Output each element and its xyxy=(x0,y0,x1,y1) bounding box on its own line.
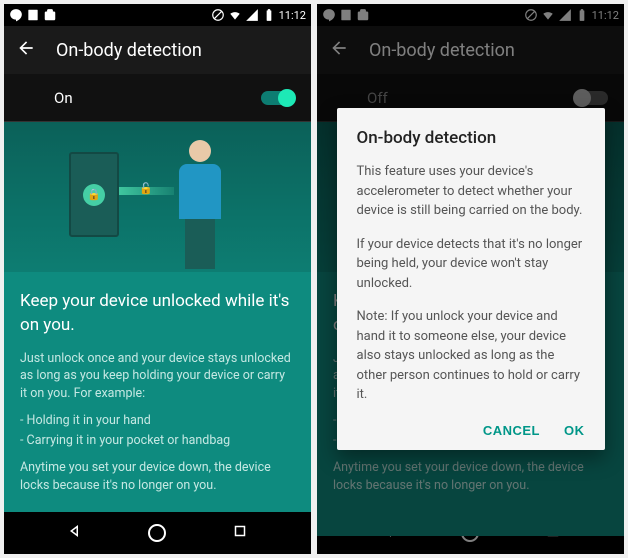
dialog-p1: This feature uses your device's accelero… xyxy=(357,162,585,221)
content-bullet-2: - Carrying it in your pocket or handbag xyxy=(20,432,295,450)
toggle-row[interactable]: On xyxy=(4,74,311,122)
nav-bar xyxy=(4,512,311,554)
illustration: 🔒 🔓 xyxy=(4,122,311,272)
no-sim-icon xyxy=(211,8,225,22)
signal-icon xyxy=(245,8,259,22)
toggle-label: On xyxy=(54,89,73,107)
dialog-p2: If your device detects that it's no long… xyxy=(357,235,585,294)
illus-phone-icon: 🔒 xyxy=(69,152,119,237)
page-title: On-body detection xyxy=(56,40,202,61)
content-bullet-1: - Holding it in your hand xyxy=(20,412,295,430)
lock-icon: 🔒 xyxy=(83,184,105,206)
status-time: 11:12 xyxy=(279,9,306,22)
dialog-overlay: On-body detection This feature uses your… xyxy=(317,4,624,554)
dialog: On-body detection This feature uses your… xyxy=(337,108,605,450)
save-icon xyxy=(26,8,40,22)
nav-back-icon[interactable] xyxy=(66,522,84,544)
content-heading: Keep your device unlocked while it's on … xyxy=(20,290,295,338)
app-bar: On-body detection xyxy=(4,26,311,74)
nav-recent-icon[interactable] xyxy=(231,522,249,544)
phone-right: 11:12 On-body detection Off 🔒 Keep your … xyxy=(317,4,624,554)
ok-button[interactable]: OK xyxy=(564,423,585,438)
nav-home-icon[interactable] xyxy=(148,524,166,542)
dialog-title: On-body detection xyxy=(357,128,585,148)
content-area: Keep your device unlocked while it's on … xyxy=(4,272,311,536)
lock-open-icon: 🔓 xyxy=(139,182,153,195)
shop-icon xyxy=(43,8,57,22)
dialog-p3: Note: If you unlock your device and hand… xyxy=(357,307,585,405)
cancel-button[interactable]: CANCEL xyxy=(483,423,540,438)
back-icon[interactable] xyxy=(16,38,36,62)
illus-person-icon xyxy=(179,140,221,269)
status-bar: 11:12 xyxy=(4,4,311,26)
hangouts-icon xyxy=(9,8,23,22)
content-p2: Anytime you set your device down, the de… xyxy=(20,459,295,494)
wifi-icon xyxy=(228,8,242,22)
content-p1: Just unlock once and your device stays u… xyxy=(20,350,295,403)
phone-left: 11:12 On-body detection On 🔒 🔓 Keep your… xyxy=(4,4,311,554)
battery-icon xyxy=(262,8,276,22)
toggle-switch[interactable] xyxy=(261,91,295,105)
